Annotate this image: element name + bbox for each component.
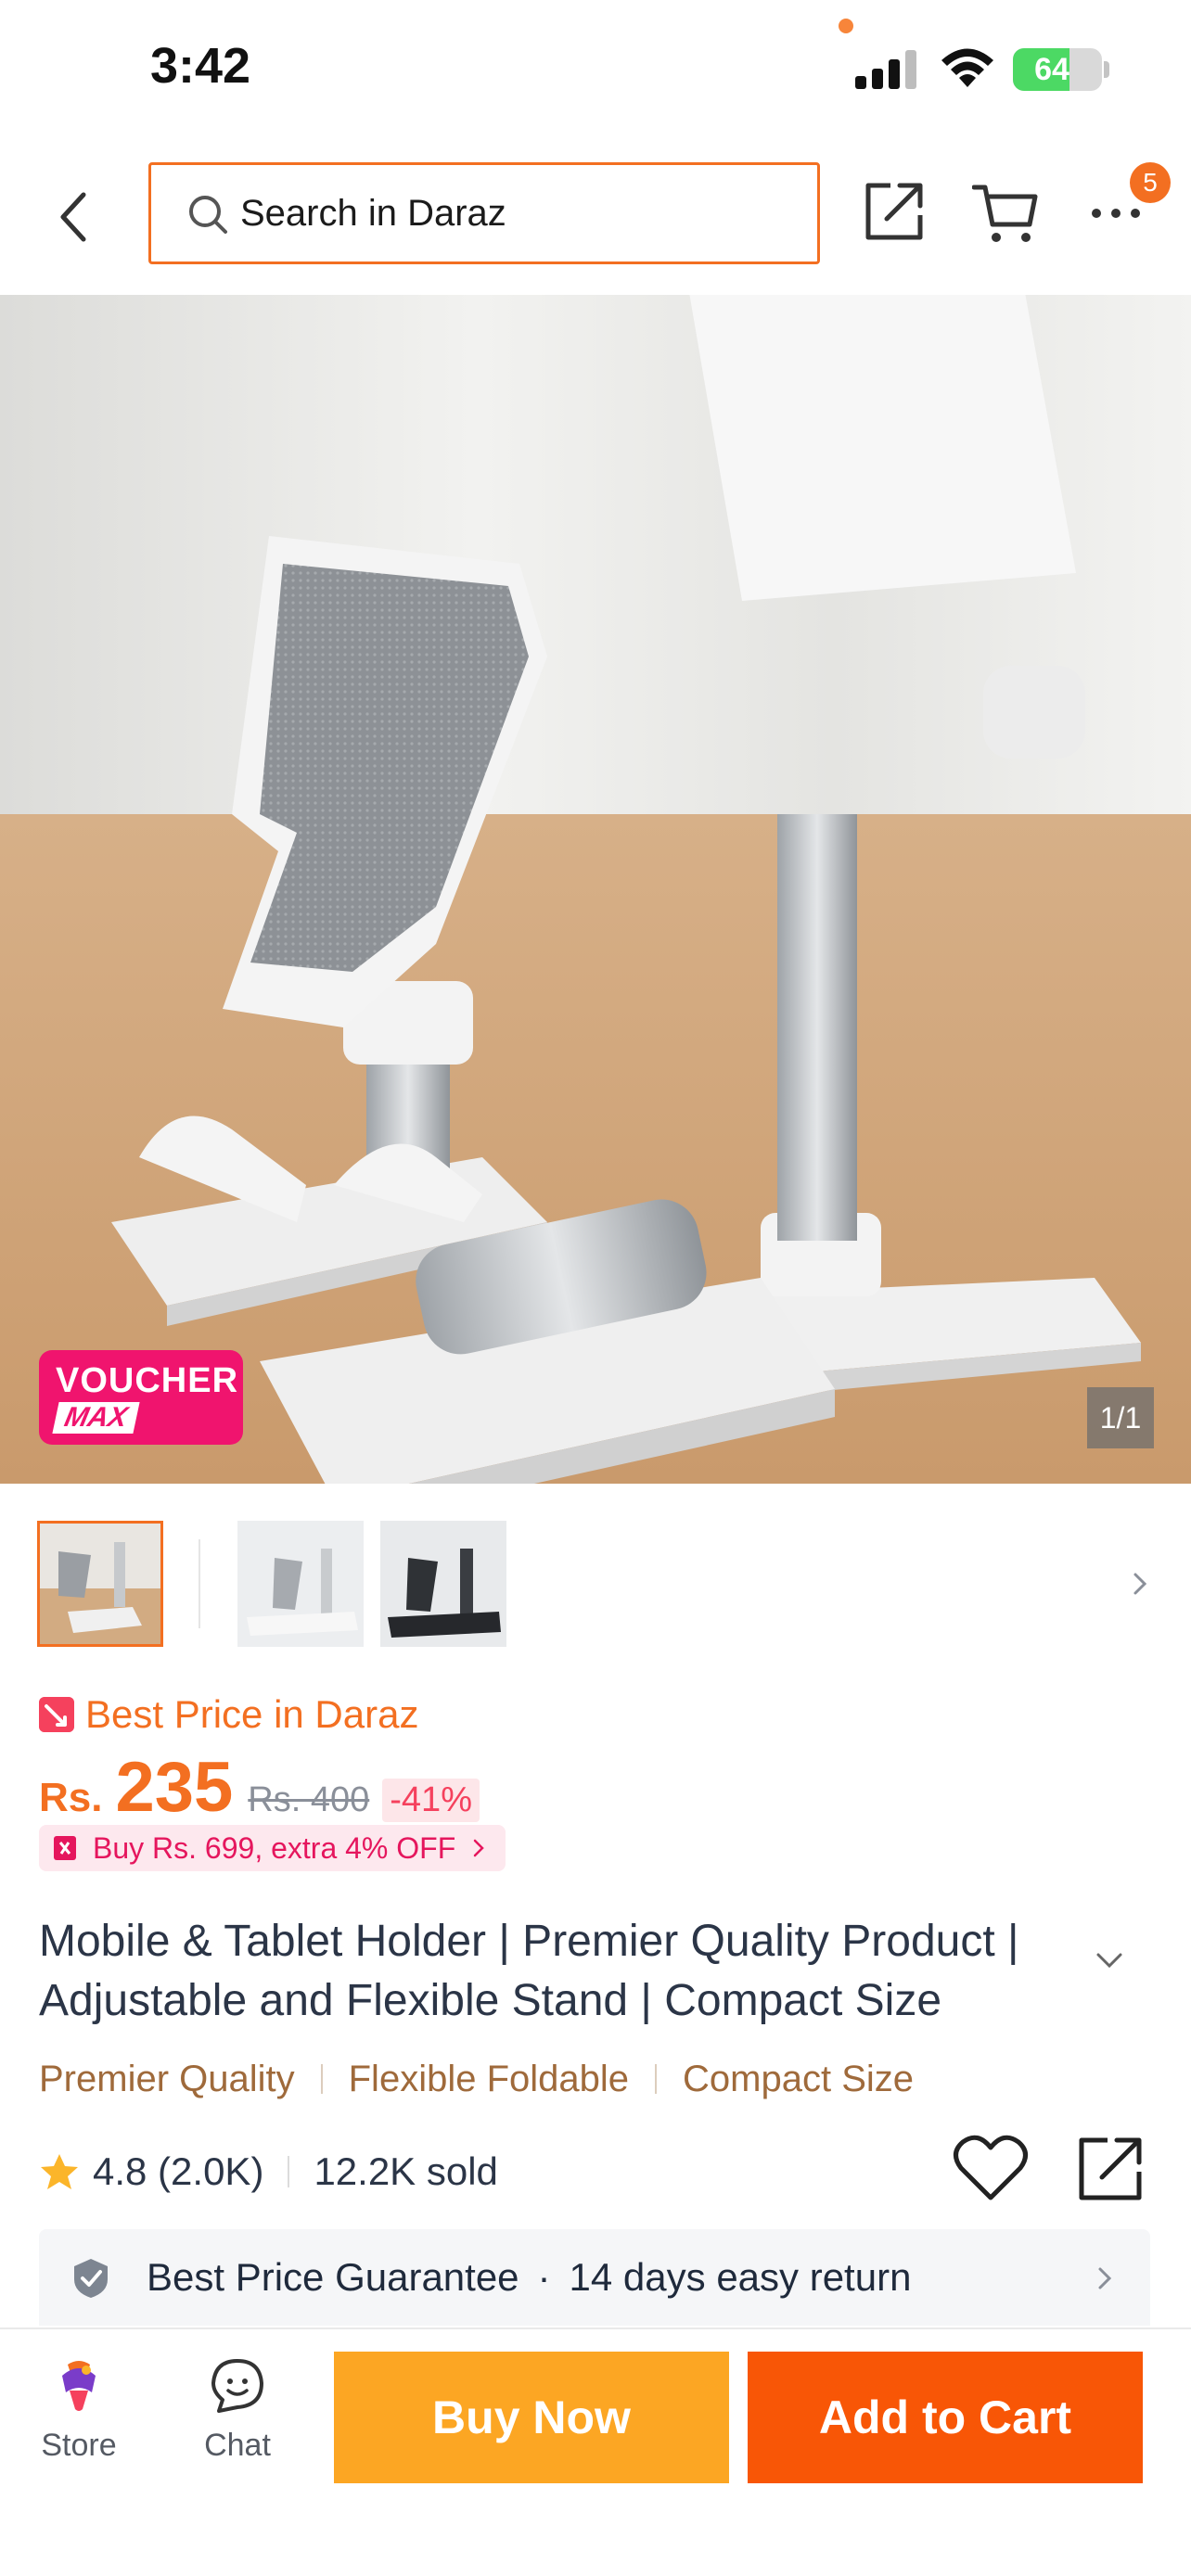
voucher-max-badge: VOUCHER MAX bbox=[39, 1350, 243, 1445]
rating-value: 4.8 (2.0K) bbox=[93, 2149, 264, 2193]
tag-flexible-foldable: Flexible Foldable bbox=[348, 2058, 630, 2099]
guarantee-text: Best Price Guarantee · 14 days easy return bbox=[147, 2229, 911, 2326]
chevron-right-icon bbox=[1098, 2267, 1112, 2289]
price-row: Rs. 235 Rs. 400 -41% bbox=[39, 1747, 480, 1827]
chevron-right-icon bbox=[474, 1839, 485, 1857]
thumbnail-3[interactable] bbox=[380, 1521, 506, 1647]
discount-badge: -41% bbox=[382, 1779, 480, 1822]
store-label: Store bbox=[41, 2428, 117, 2463]
chevron-down-icon[interactable] bbox=[1091, 1947, 1128, 1975]
image-counter: 1/1 bbox=[1087, 1387, 1154, 1448]
current-price: 235 bbox=[115, 1748, 234, 1827]
heart-icon[interactable] bbox=[952, 2131, 1030, 2205]
store-button[interactable]: Store bbox=[28, 2355, 130, 2476]
more-icon[interactable] bbox=[1089, 195, 1143, 232]
store-icon bbox=[62, 2361, 96, 2411]
status-time: 3:42 bbox=[150, 38, 251, 94]
back-icon[interactable] bbox=[46, 184, 102, 250]
cart-icon[interactable] bbox=[972, 180, 1039, 245]
tag-compact-size: Compact Size bbox=[683, 2058, 914, 2099]
wifi-icon bbox=[941, 48, 993, 87]
tag-divider bbox=[320, 2064, 323, 2094]
bottom-action-bar: Store Chat Buy Now Add to Cart bbox=[0, 2327, 1191, 2576]
best-price-icon bbox=[39, 1697, 74, 1732]
thumbnail-strip bbox=[0, 1521, 1191, 1651]
chat-label: Chat bbox=[204, 2428, 271, 2463]
share-icon[interactable] bbox=[1076, 2133, 1146, 2203]
guarantee-bar[interactable]: Best Price Guarantee · 14 days easy return bbox=[39, 2229, 1150, 2326]
chat-button[interactable]: Chat bbox=[182, 2355, 293, 2476]
battery-icon: 64 bbox=[1013, 48, 1102, 91]
thumbnail-2-image bbox=[237, 1521, 364, 1647]
status-bar: 3:42 64 bbox=[0, 0, 1191, 139]
search-icon bbox=[189, 196, 227, 234]
promo-offer[interactable]: Buy Rs. 699, extra 4% OFF bbox=[39, 1825, 506, 1871]
share-icon[interactable] bbox=[863, 178, 928, 243]
best-price-label: Best Price in Daraz bbox=[39, 1690, 418, 1740]
thumbnail-1-image bbox=[40, 1524, 160, 1644]
buy-now-button[interactable]: Buy Now bbox=[334, 2352, 729, 2483]
product-image[interactable]: VOUCHER MAX 1/1 bbox=[0, 295, 1191, 1484]
rating-row[interactable]: 4.8 (2.0K) 12.2K sold bbox=[39, 2144, 498, 2200]
thumbnail-3-image bbox=[380, 1521, 506, 1647]
search-placeholder: Search in Daraz bbox=[240, 193, 506, 234]
chat-icon bbox=[211, 2359, 263, 2413]
thumbnail-2[interactable] bbox=[237, 1521, 364, 1647]
chevron-right-icon[interactable] bbox=[1126, 1565, 1154, 1602]
product-photo bbox=[0, 295, 1191, 1484]
recording-indicator bbox=[839, 19, 853, 33]
add-to-cart-button[interactable]: Add to Cart bbox=[748, 2352, 1143, 2483]
thumbnail-divider bbox=[198, 1539, 200, 1628]
rating-divider bbox=[288, 2156, 290, 2187]
tag-divider bbox=[655, 2064, 658, 2094]
battery-nub bbox=[1104, 61, 1109, 78]
product-title[interactable]: Mobile & Tablet Holder | Premier Quality… bbox=[39, 1912, 1069, 2031]
original-price: Rs. 400 bbox=[248, 1780, 370, 1819]
star-icon bbox=[41, 2154, 78, 2189]
best-price-text: Best Price in Daraz bbox=[85, 1692, 419, 1736]
voucher-icon bbox=[54, 1836, 76, 1860]
guarantee-separator: · bbox=[537, 2255, 551, 2299]
sold-count: 12.2K sold bbox=[314, 2149, 498, 2193]
battery-percent: 64 bbox=[1034, 52, 1069, 87]
voucher-badge-line1: VOUCHER bbox=[56, 1361, 239, 1400]
shield-icon bbox=[74, 2259, 108, 2298]
top-nav: Search in Daraz 5 bbox=[0, 139, 1191, 295]
tag-premier-quality: Premier Quality bbox=[39, 2058, 295, 2099]
signal-icon bbox=[855, 50, 916, 89]
price-currency: Rs. bbox=[39, 1775, 103, 1820]
product-tags: Premier Quality Flexible Foldable Compac… bbox=[39, 2055, 914, 2103]
voucher-badge-line2: MAX bbox=[52, 1402, 140, 1434]
thumbnail-1[interactable] bbox=[37, 1521, 163, 1647]
cart-badge: 5 bbox=[1130, 162, 1171, 203]
search-input[interactable]: Search in Daraz bbox=[148, 162, 820, 264]
best-price-guarantee: Best Price Guarantee bbox=[147, 2255, 519, 2299]
promo-text: Buy Rs. 699, extra 4% OFF bbox=[93, 1830, 456, 1865]
easy-return: 14 days easy return bbox=[569, 2255, 912, 2299]
